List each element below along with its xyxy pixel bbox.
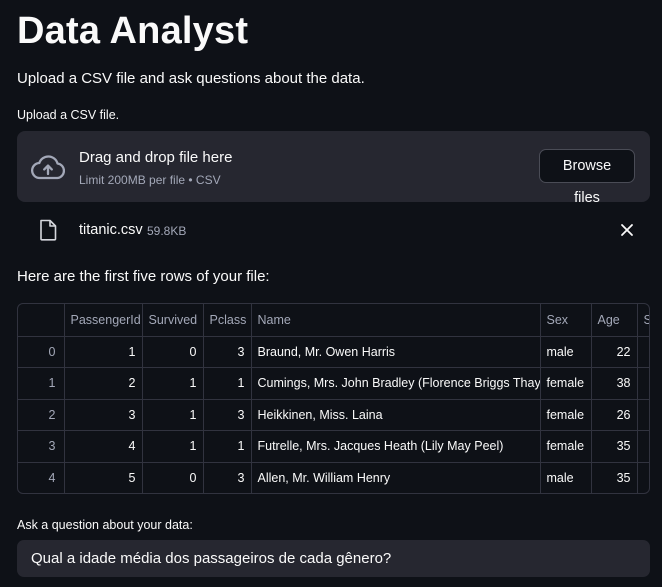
table-row: 0 1 0 3 Braund, Mr. Owen Harris male 22 xyxy=(18,336,649,368)
table-cell[interactable]: Braund, Mr. Owen Harris xyxy=(251,336,541,368)
row-index-cell: 4 xyxy=(18,462,65,493)
row-index-cell: 3 xyxy=(18,430,65,463)
table-cell[interactable]: 26 xyxy=(591,399,638,431)
table-cell[interactable]: 5 xyxy=(64,462,143,493)
table-cell[interactable]: 35 xyxy=(591,462,638,493)
table-cell[interactable]: 0 xyxy=(142,462,204,493)
table-cell[interactable]: female xyxy=(540,367,592,400)
table-cell[interactable]: 3 xyxy=(203,462,252,493)
table-row: 4 5 0 3 Allen, Mr. William Henry male 35 xyxy=(18,462,649,493)
table-cell[interactable]: 1 xyxy=(142,430,204,463)
table-cell[interactable] xyxy=(637,336,649,368)
preview-intro-text: Here are the first five rows of your fil… xyxy=(17,268,270,285)
column-header-survived[interactable]: Survived xyxy=(142,304,204,337)
row-index-cell: 2 xyxy=(18,399,65,431)
table-cell[interactable]: Heikkinen, Miss. Laina xyxy=(251,399,541,431)
table-cell[interactable] xyxy=(637,430,649,463)
uploaded-file-name: titanic.csv xyxy=(79,222,143,238)
table-cell[interactable]: female xyxy=(540,399,592,431)
row-index-cell: 0 xyxy=(18,336,65,368)
table-cell[interactable]: Cumings, Mrs. John Bradley (Florence Bri… xyxy=(251,367,541,400)
table-cell[interactable]: 4 xyxy=(64,430,143,463)
table-cell[interactable] xyxy=(637,462,649,493)
column-header-age[interactable]: Age xyxy=(591,304,638,337)
table-cell[interactable]: 35 xyxy=(591,430,638,463)
table-cell[interactable]: 2 xyxy=(64,367,143,400)
row-index-cell: 1 xyxy=(18,367,65,400)
table-cell[interactable]: 3 xyxy=(64,399,143,431)
table-cell[interactable]: male xyxy=(540,462,592,493)
table-cell[interactable]: Futrelle, Mrs. Jacques Heath (Lily May P… xyxy=(251,430,541,463)
table-cell[interactable]: 1 xyxy=(142,367,204,400)
table-cell[interactable]: Allen, Mr. William Henry xyxy=(251,462,541,493)
table-cell[interactable]: 1 xyxy=(64,336,143,368)
column-header-name[interactable]: Name xyxy=(251,304,541,337)
table-cell[interactable] xyxy=(637,367,649,400)
question-input[interactable] xyxy=(17,540,650,577)
uploaded-file-size: 59.8KB xyxy=(147,224,187,238)
file-icon xyxy=(40,219,57,241)
table-cell[interactable]: 1 xyxy=(203,430,252,463)
table-cell[interactable]: 3 xyxy=(203,399,252,431)
close-icon[interactable] xyxy=(619,221,635,239)
uploaded-file-item: titanic.csv 59.8KB xyxy=(17,214,650,246)
page-title: Data Analyst xyxy=(17,10,249,52)
table-cell[interactable]: 22 xyxy=(591,336,638,368)
browse-files-button[interactable]: Browse files xyxy=(539,149,635,206)
column-header-index[interactable] xyxy=(18,304,65,337)
page-subtitle: Upload a CSV file and ask questions abou… xyxy=(17,70,365,87)
table-row: 2 3 1 3 Heikkinen, Miss. Laina female 26 xyxy=(18,399,649,431)
table-row: 1 2 1 1 Cumings, Mrs. John Bradley (Flor… xyxy=(18,367,649,400)
table-cell[interactable]: 0 xyxy=(142,336,204,368)
table-cell[interactable]: female xyxy=(540,430,592,463)
column-header-pclass[interactable]: Pclass xyxy=(203,304,252,337)
column-header-sex[interactable]: Sex xyxy=(540,304,592,337)
file-uploader-label: Upload a CSV file. xyxy=(17,108,120,122)
table-header-row: PassengerId Survived Pclass Name Sex Age… xyxy=(18,304,649,337)
dropzone-instructions: Drag and drop file here xyxy=(79,149,233,166)
table-cell[interactable]: 1 xyxy=(203,367,252,400)
table-cell[interactable]: 1 xyxy=(142,399,204,431)
cloud-upload-icon xyxy=(31,155,65,180)
question-input-label: Ask a question about your data: xyxy=(17,518,193,532)
table-cell[interactable]: 3 xyxy=(203,336,252,368)
table-cell[interactable]: 38 xyxy=(591,367,638,400)
column-header-passengerid[interactable]: PassengerId xyxy=(64,304,143,337)
file-dropzone[interactable]: Drag and drop file here Limit 200MB per … xyxy=(17,131,650,206)
column-header-sibsp[interactable]: S xyxy=(637,304,649,337)
table-cell[interactable]: male xyxy=(540,336,592,368)
table-cell[interactable] xyxy=(637,399,649,431)
data-preview-table[interactable]: PassengerId Survived Pclass Name Sex Age… xyxy=(17,303,650,494)
dropzone-limit-text: Limit 200MB per file • CSV xyxy=(79,173,221,187)
table-row: 3 4 1 1 Futrelle, Mrs. Jacques Heath (Li… xyxy=(18,430,649,463)
